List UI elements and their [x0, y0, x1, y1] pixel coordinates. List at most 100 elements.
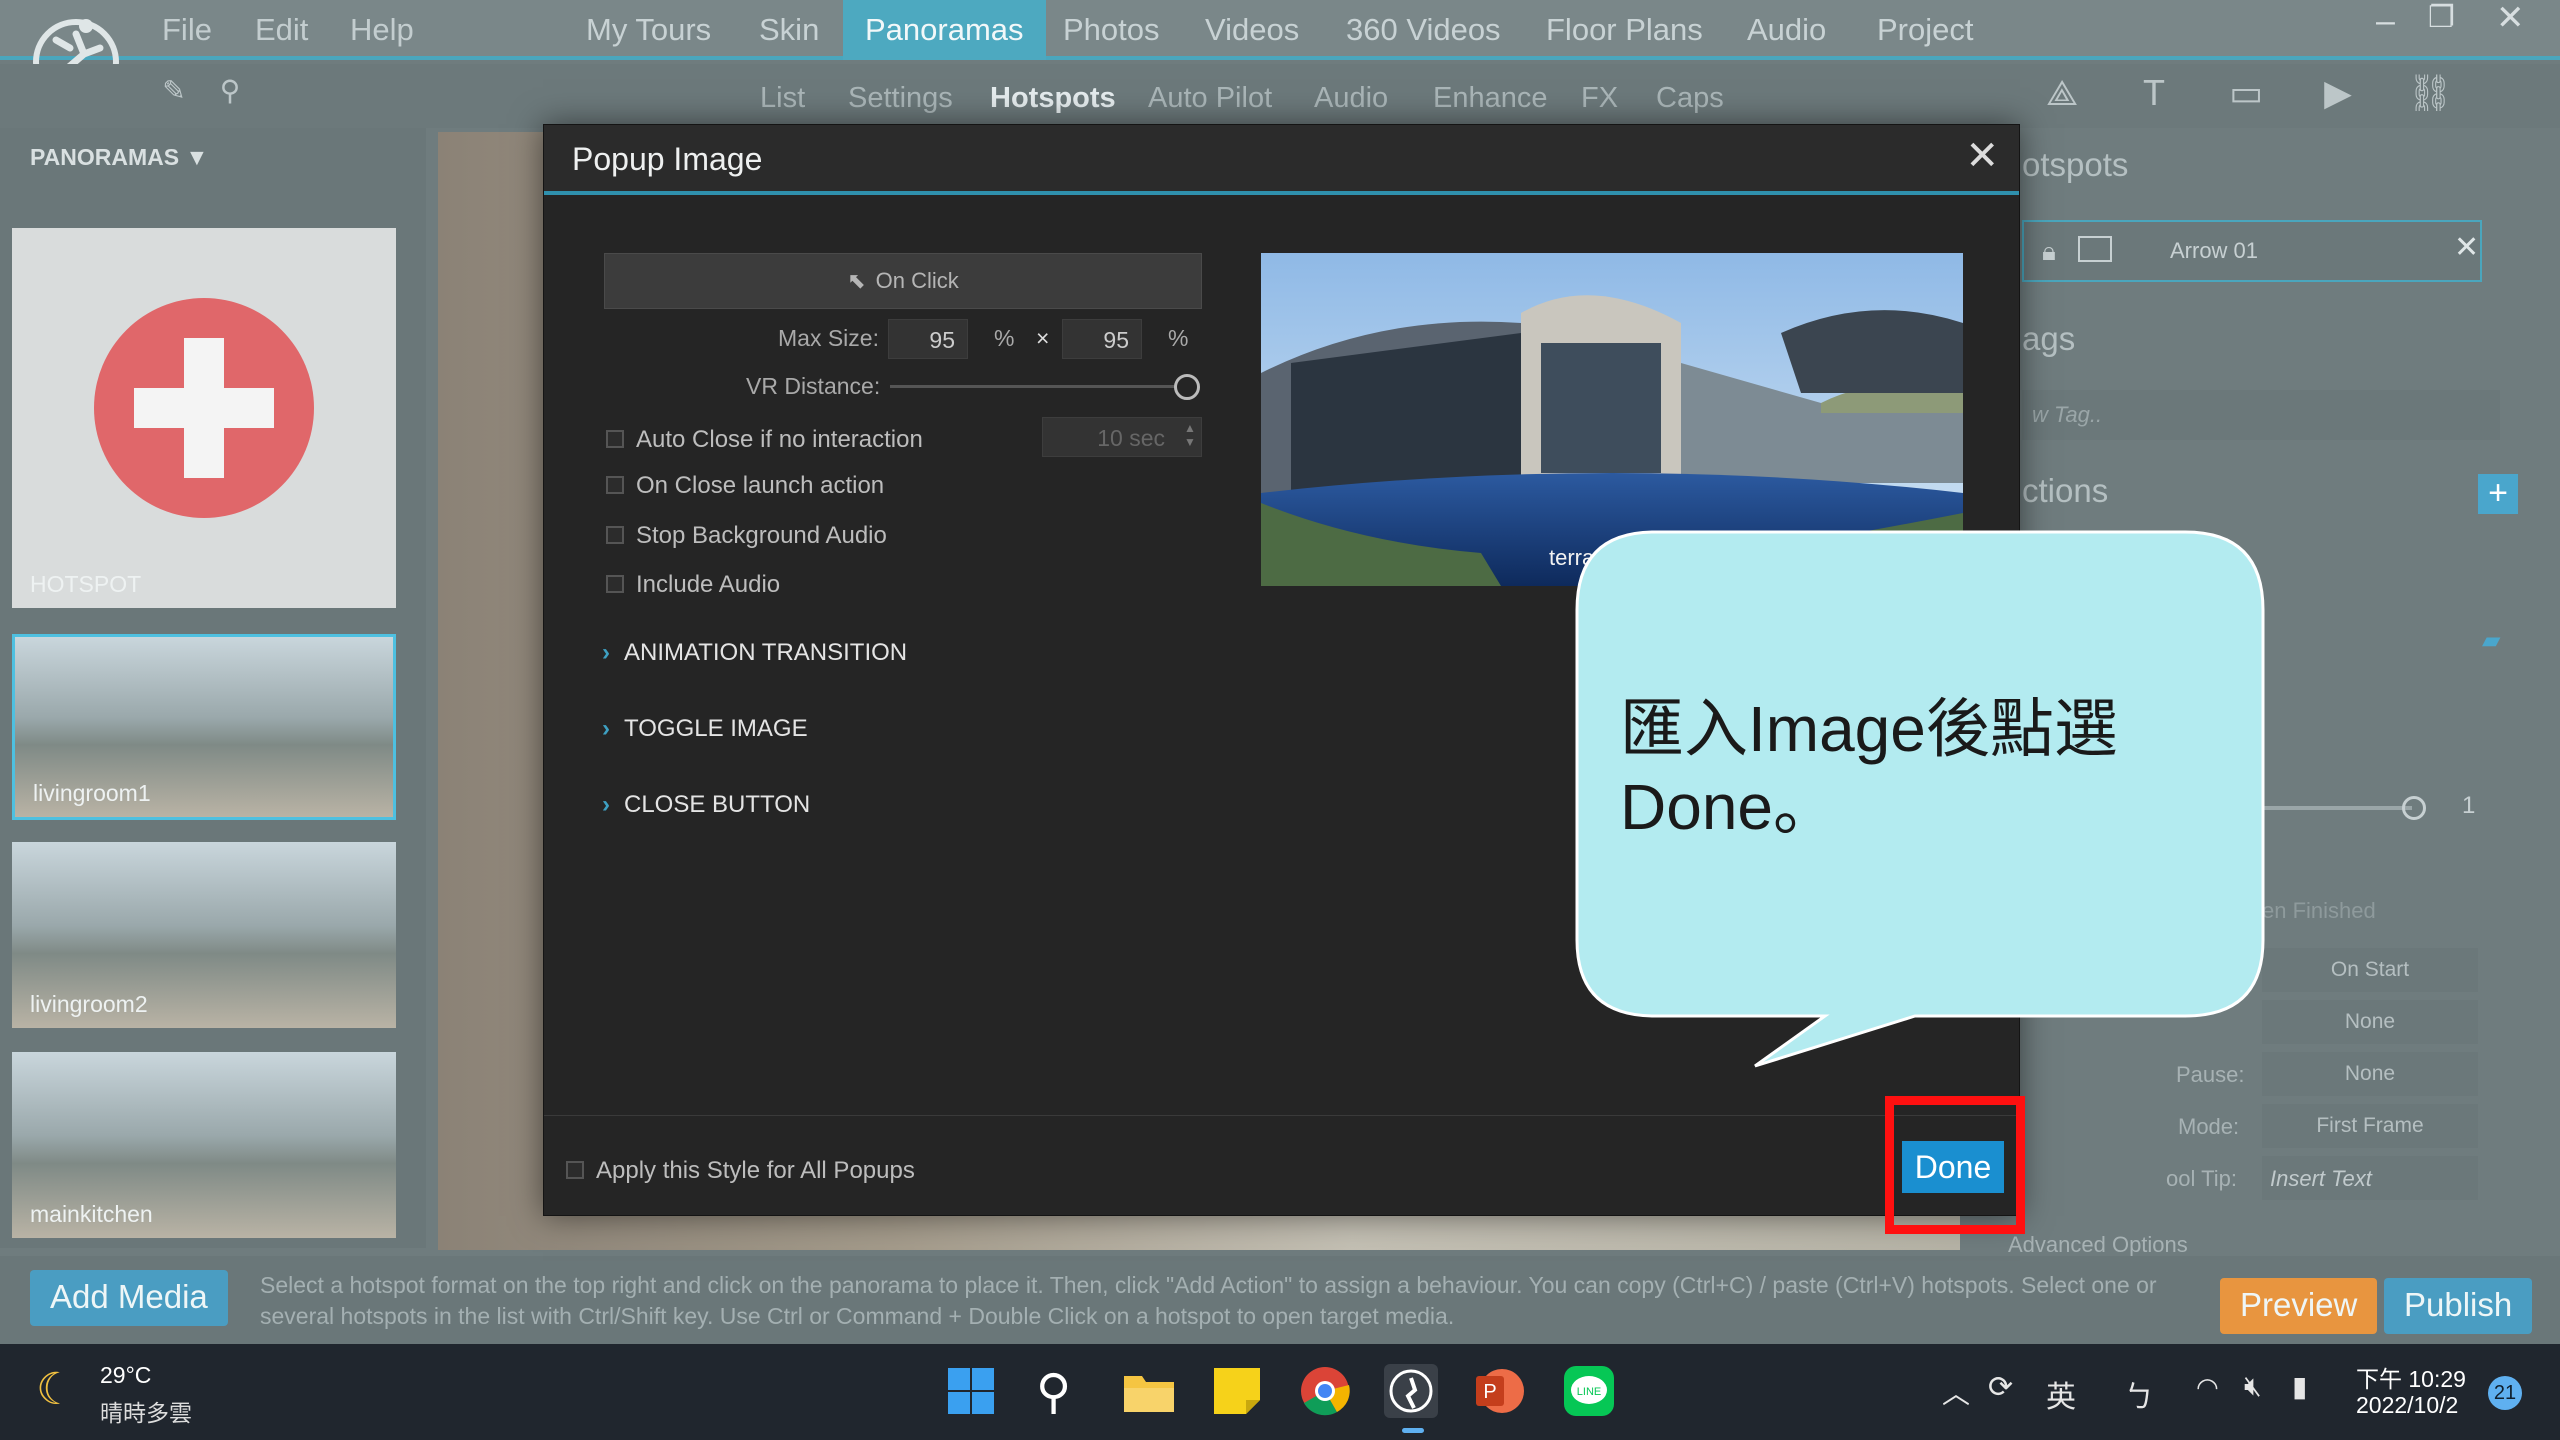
- window-close-icon[interactable]: ✕: [2496, 0, 2525, 38]
- line-icon[interactable]: LINE: [1562, 1364, 1616, 1418]
- ime-indicator[interactable]: 英: [2046, 1372, 2076, 1416]
- max-width-input[interactable]: 95: [888, 319, 968, 359]
- folder-icon[interactable]: ▰: [2482, 626, 2500, 655]
- search-icon[interactable]: ⚲: [1036, 1364, 1090, 1419]
- file-explorer-icon[interactable]: [1122, 1364, 1176, 1418]
- notification-badge[interactable]: 21: [2488, 1376, 2522, 1410]
- section-close-button[interactable]: › CLOSE BUTTON: [602, 791, 810, 819]
- dialog-close-icon[interactable]: ✕: [1965, 133, 1999, 179]
- option-select[interactable]: None: [2262, 1052, 2478, 1096]
- sync-icon[interactable]: ⟳: [1988, 1370, 2013, 1405]
- publish-button[interactable]: Publish: [2384, 1278, 2533, 1334]
- tab-skin[interactable]: Skin: [759, 12, 819, 48]
- subtab-list[interactable]: List: [760, 82, 805, 115]
- auto-close-checkbox[interactable]: [606, 430, 624, 448]
- advanced-options[interactable]: Advanced Options: [2008, 1232, 2188, 1258]
- search-icon[interactable]: ⚲: [204, 74, 256, 116]
- chevron-right-icon: ›: [602, 639, 610, 666]
- subtab-caps[interactable]: Caps: [1656, 82, 1724, 115]
- subtab-audio[interactable]: Audio: [1314, 82, 1388, 115]
- tab-panoramas[interactable]: Panoramas: [843, 0, 1046, 60]
- wifi-icon[interactable]: ◠: [2196, 1372, 2219, 1403]
- tab-project[interactable]: Project: [1877, 12, 1973, 48]
- clock-time[interactable]: 下午 10:29: [2356, 1360, 2466, 1394]
- powerpoint-icon[interactable]: P: [1472, 1364, 1526, 1418]
- slider-thumb[interactable]: [2402, 796, 2426, 820]
- tab-my-tours[interactable]: My Tours: [586, 12, 711, 48]
- weather-text[interactable]: 晴時多雲: [100, 1394, 192, 1428]
- section-toggle-image[interactable]: › TOGGLE IMAGE: [602, 715, 808, 743]
- link-hotspot-icon[interactable]: ⛓: [2404, 72, 2456, 114]
- weather-moon-icon[interactable]: ☾: [36, 1364, 75, 1415]
- tab-floor-plans[interactable]: Floor Plans: [1546, 12, 1703, 48]
- sidebar-item-mainkitchen[interactable]: mainkitchen: [12, 1052, 396, 1238]
- tab-videos[interactable]: Videos: [1205, 12, 1299, 48]
- svg-text:LINE: LINE: [1577, 1386, 1601, 1398]
- help-text: Select a hotspot format on the top right…: [260, 1272, 2157, 1329]
- tag-icon[interactable]: ✎: [148, 74, 200, 116]
- vr-distance-slider[interactable]: [890, 385, 1196, 388]
- windows-start-icon[interactable]: [946, 1366, 1000, 1420]
- stop-audio-checkbox[interactable]: [606, 526, 624, 544]
- option-row: ool Tip: Insert Text: [2122, 1154, 2502, 1206]
- option-select[interactable]: First Frame: [2262, 1104, 2478, 1148]
- section-animation-transition[interactable]: › ANIMATION TRANSITION: [602, 639, 907, 667]
- when-finished-label: en Finished: [2262, 898, 2376, 923]
- clock-date[interactable]: 2022/10/2: [2356, 1392, 2458, 1419]
- input-mode-icon[interactable]: ㄅ: [2124, 1372, 2154, 1416]
- sidebar-item-hotspot[interactable]: HOTSPOT: [12, 228, 396, 608]
- dialog-divider: [544, 1115, 2019, 1116]
- temperature[interactable]: 29°C: [100, 1362, 151, 1389]
- percent-label: %: [1168, 325, 1189, 351]
- add-media-button[interactable]: Add Media: [30, 1270, 228, 1326]
- chevron-up-icon[interactable]: ︿: [1942, 1372, 1970, 1412]
- subtab-hotspots[interactable]: Hotspots: [990, 82, 1116, 115]
- menu-bar: File Edit Help My Tours Skin Panoramas P…: [0, 0, 2560, 60]
- option-select[interactable]: On Start: [2262, 948, 2478, 992]
- menu-help[interactable]: Help: [350, 12, 414, 48]
- tooltip-input[interactable]: Insert Text: [2262, 1156, 2478, 1200]
- lock-icon[interactable]: 🔒︎: [2042, 236, 2056, 268]
- apply-all-checkbox[interactable]: [566, 1161, 584, 1179]
- preview-button[interactable]: Preview: [2220, 1278, 2378, 1334]
- trigger-select[interactable]: ⬉ On Click: [604, 253, 1202, 309]
- tab-photos[interactable]: Photos: [1063, 12, 1160, 48]
- sidebar-header[interactable]: PANORAMAS ▼: [30, 144, 208, 171]
- max-height-input[interactable]: 95: [1062, 319, 1142, 359]
- minimize-icon[interactable]: –: [2376, 2, 2395, 41]
- image-hotspot-icon[interactable]: ▭: [2220, 72, 2272, 114]
- sidebar-item-livingroom2[interactable]: livingroom2: [12, 842, 396, 1028]
- include-audio-checkbox[interactable]: [606, 575, 624, 593]
- auto-close-seconds[interactable]: 10 sec: [1042, 417, 1202, 457]
- tab-audio[interactable]: Audio: [1747, 12, 1826, 48]
- menu-edit[interactable]: Edit: [255, 12, 308, 48]
- subtab-fx[interactable]: FX: [1581, 82, 1618, 115]
- sticky-notes-icon[interactable]: [1210, 1364, 1264, 1418]
- battery-icon[interactable]: ▮: [2292, 1370, 2307, 1403]
- mute-icon[interactable]: 🔇︎: [2244, 1370, 2262, 1403]
- subtab-enhance[interactable]: Enhance: [1433, 82, 1548, 115]
- vr-distance-thumb[interactable]: [1174, 374, 1200, 400]
- chrome-icon[interactable]: [1298, 1364, 1352, 1418]
- option-row: Mode: First Frame: [2122, 1102, 2502, 1154]
- on-close-action-checkbox[interactable]: [606, 476, 624, 494]
- text-hotspot-icon[interactable]: T: [2128, 72, 2180, 114]
- stepper-arrows-icon[interactable]: ▲ ▼: [1184, 421, 1196, 449]
- menu-file[interactable]: File: [162, 12, 212, 48]
- percent-label: %: [994, 325, 1015, 351]
- hotspot-item-arrow[interactable]: 🔒︎ Arrow 01 ✕: [2022, 220, 2482, 282]
- maximize-icon[interactable]: ❐: [2428, 0, 2455, 35]
- callout-text: 匯入Image後點選 Done。: [1620, 690, 2180, 846]
- add-action-button[interactable]: +: [2478, 474, 2518, 514]
- option-select[interactable]: None: [2262, 1000, 2478, 1044]
- subtab-auto-pilot[interactable]: Auto Pilot: [1148, 82, 1272, 115]
- tag-input[interactable]: w Tag..: [2022, 390, 2500, 440]
- 3dvista-icon[interactable]: [1384, 1364, 1438, 1418]
- slider-value: 1: [2462, 792, 2476, 819]
- subtab-settings[interactable]: Settings: [848, 82, 953, 115]
- sidebar-item-livingroom1[interactable]: livingroom1: [12, 634, 396, 820]
- tab-360-videos[interactable]: 360 Videos: [1346, 12, 1501, 48]
- video-hotspot-icon[interactable]: ▶: [2312, 72, 2364, 114]
- polygon-hotspot-icon[interactable]: ⟁: [2036, 72, 2088, 114]
- remove-hotspot-icon[interactable]: ✕: [2454, 230, 2479, 265]
